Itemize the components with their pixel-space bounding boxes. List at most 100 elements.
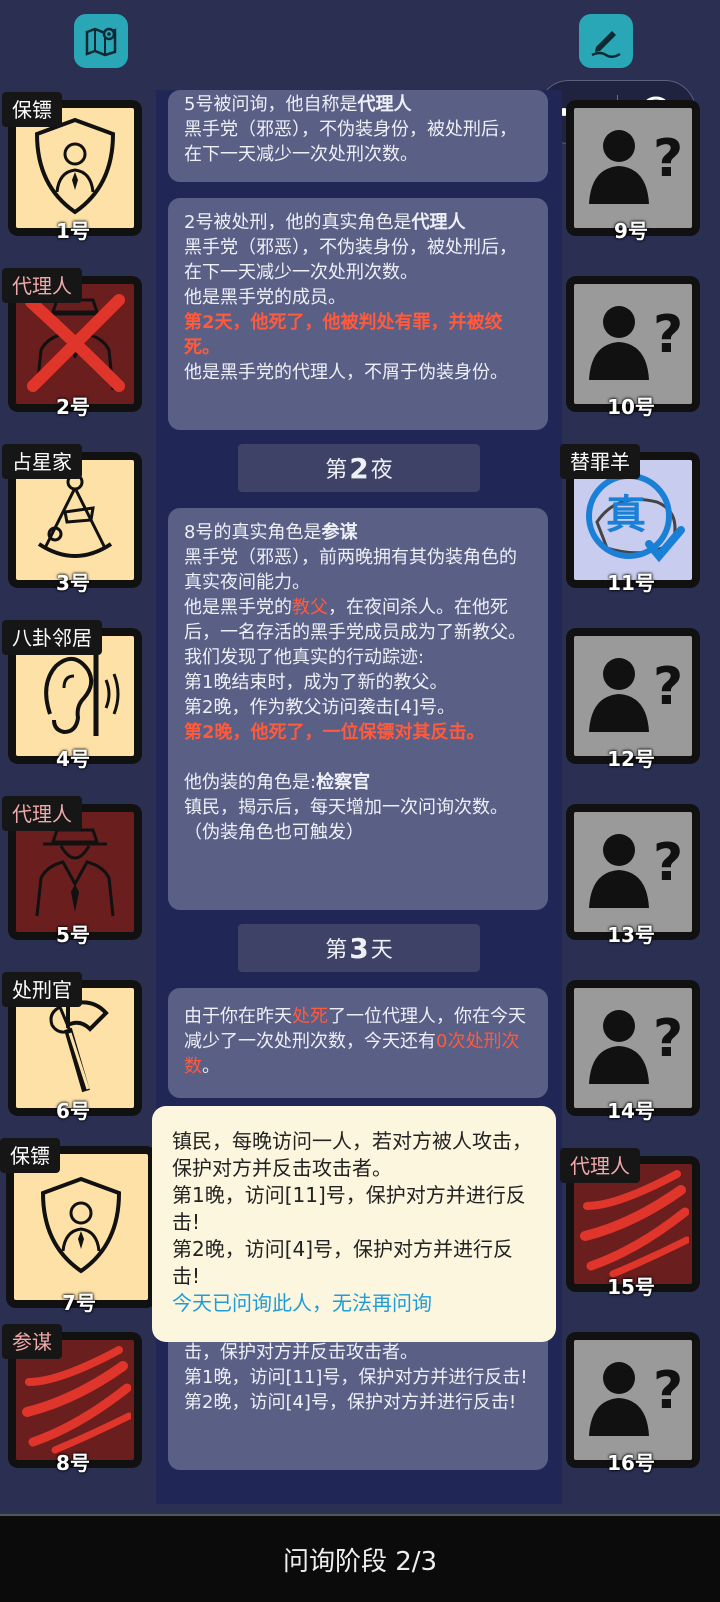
popup-action-text: 第1晚，访问[11]号，保护对方并进行反击! bbox=[172, 1183, 526, 1234]
role-tag: 保镖 bbox=[2, 92, 62, 127]
player-number: 14号 bbox=[607, 1099, 655, 1123]
log-text: 他伪装的角色是: bbox=[184, 772, 317, 793]
log-role-name: 代理人 bbox=[357, 94, 412, 115]
map-button[interactable] bbox=[74, 14, 128, 68]
header-number: 3 bbox=[349, 931, 369, 965]
header-text: 第 bbox=[325, 938, 348, 963]
player-number: 1号 bbox=[56, 219, 90, 243]
player-slot-9号[interactable]: ? 9号 bbox=[560, 92, 702, 243]
player-number: 12号 bbox=[607, 747, 655, 771]
player-slot-2号[interactable]: 代理人 2号 bbox=[2, 268, 144, 419]
player-slot-4号[interactable]: 八卦邻居 4号 bbox=[2, 620, 144, 771]
player-number: 7号 bbox=[62, 1291, 96, 1315]
player-portrait: ? bbox=[574, 988, 692, 1108]
log-text: 2号被处刑，他的真实角色是 bbox=[184, 212, 412, 233]
edit-pen-icon bbox=[591, 31, 621, 58]
popup-notice: 今天已问询此人，无法再问询 bbox=[172, 1291, 432, 1315]
player-slot-13号[interactable]: ? 13号 bbox=[560, 796, 702, 947]
player-slot-15号[interactable]: 代理人 15号 bbox=[560, 1148, 702, 1299]
popup-action-text: 第2晚，访问[4]号，保护对方并进行反击! bbox=[172, 1237, 514, 1288]
player-number: 5号 bbox=[56, 923, 90, 947]
log-role-name: 检察官 bbox=[316, 772, 371, 793]
true-stamp-label: 真 bbox=[606, 492, 646, 538]
svg-text:?: ? bbox=[653, 1361, 681, 1421]
player-slot-11号[interactable]: 真 替罪羊 11号 bbox=[560, 444, 702, 595]
player-number: 2号 bbox=[56, 395, 90, 419]
sextant-icon bbox=[25, 468, 125, 572]
role-tag: 占星家 bbox=[2, 444, 82, 479]
log-death-text: 第2天，他死了，他被判处有罪，并被绞死。 bbox=[184, 312, 503, 358]
log-card: 由于你在昨天处死了一位代理人，你在今天减少了一次处刑次数，今天还有0次处刑次数。 bbox=[168, 988, 548, 1098]
svg-text:?: ? bbox=[653, 305, 681, 365]
player-number: 16号 bbox=[607, 1451, 655, 1475]
player-number: 6号 bbox=[56, 1099, 90, 1123]
role-tag: 代理人 bbox=[2, 796, 82, 831]
log-text: 黑手党（邪恶），不伪装身份，被处刑后，在下一天减少一次处刑次数。 bbox=[184, 119, 517, 165]
agent-suit-icon bbox=[27, 820, 123, 924]
ear-wall-icon bbox=[30, 644, 120, 748]
log-card: 5号被问询，他自称是代理人 黑手党（邪恶），不伪装身份，被处刑后，在下一天减少一… bbox=[168, 90, 548, 182]
claw-slash-icon bbox=[19, 1342, 133, 1458]
log-card: 8号的真实角色是参谋 黑手党（邪恶），前两晚拥有其伪装角色的真实夜间能力。 他是… bbox=[168, 508, 548, 910]
player-portrait: ? bbox=[574, 108, 692, 228]
bodyguard-shield-icon bbox=[31, 116, 119, 220]
player-slot-12号[interactable]: ? 12号 bbox=[560, 620, 702, 771]
log-highlight: 教父 bbox=[292, 597, 328, 618]
player-slot-8号[interactable]: 参谋 8号 bbox=[2, 1324, 144, 1475]
log-card: 2号被处刑，他的真实角色是代理人 黑手党（邪恶），不伪装身份，被处刑后，在下一天… bbox=[168, 198, 548, 430]
unknown-person-icon: ? bbox=[585, 124, 683, 212]
log-death-text: 第2晚，他死了，一位保镖对其反击。 bbox=[184, 722, 485, 743]
player-slot-3号[interactable]: 占星家 3号 bbox=[2, 444, 144, 595]
player-number: 13号 bbox=[607, 923, 655, 947]
role-tag: 参谋 bbox=[2, 1324, 62, 1359]
role-tag: 保镖 bbox=[0, 1138, 60, 1173]
header-text: 第 bbox=[325, 458, 348, 483]
role-tag: 八卦邻居 bbox=[2, 620, 102, 655]
player-number: 9号 bbox=[614, 219, 648, 243]
player-number: 15号 bbox=[607, 1275, 655, 1299]
map-pin-icon bbox=[85, 27, 117, 57]
player-portrait: ? bbox=[574, 636, 692, 756]
day-header: 第3天 bbox=[238, 924, 480, 972]
player-slot-16号[interactable]: ? 16号 bbox=[560, 1324, 702, 1475]
header-text: 夜 bbox=[370, 458, 393, 483]
player-info-popup[interactable]: 镇民，每晚访问一人，若对方被人攻击，保护对方并反击攻击者。 第1晚，访问[11]… bbox=[152, 1106, 556, 1342]
claw-slash-icon bbox=[577, 1166, 691, 1282]
player-number: 11号 bbox=[607, 571, 655, 595]
header-number: 2 bbox=[349, 451, 369, 485]
log-text: 他是黑手党的代理人，不屑于伪装身份。 bbox=[184, 362, 508, 383]
unknown-person-icon: ? bbox=[585, 300, 683, 388]
notes-button[interactable] bbox=[579, 14, 633, 68]
player-slot-5号[interactable]: 代理人 5号 bbox=[2, 796, 144, 947]
log-text: 8号的真实角色是 bbox=[184, 522, 322, 543]
unknown-person-icon: ? bbox=[585, 1004, 683, 1092]
log-text: 黑手党（邪恶），不伪装身份，被处刑后，在下一天减少一次处刑次数。 bbox=[184, 237, 517, 283]
agent-crossed-icon bbox=[19, 286, 131, 402]
player-slot-7号[interactable]: 保镖 7号 bbox=[0, 1138, 158, 1315]
player-number: 3号 bbox=[56, 571, 90, 595]
log-text: 第1晚结束时，成为了新的教父。 bbox=[184, 672, 448, 693]
player-slot-1号[interactable]: 保镖 1号 bbox=[2, 92, 144, 243]
role-tag: 代理人 bbox=[560, 1148, 640, 1183]
player-portrait: ? bbox=[574, 812, 692, 932]
player-slot-14号[interactable]: ? 14号 bbox=[560, 972, 702, 1123]
player-portrait: ? bbox=[574, 1340, 692, 1460]
log-text: 。 bbox=[202, 1056, 220, 1077]
log-text: 5号被问询，他自称是 bbox=[184, 94, 358, 115]
log-text: 击，保护对方并反击攻击者。 bbox=[184, 1342, 418, 1363]
player-slot-6号[interactable]: 处刑官 6号 bbox=[2, 972, 144, 1123]
role-tag: 处刑官 bbox=[2, 972, 82, 1007]
svg-text:?: ? bbox=[653, 657, 681, 717]
log-text: 第1晚，访问[11]号，保护对方并进行反击! bbox=[184, 1367, 528, 1388]
player-number: 8号 bbox=[56, 1451, 90, 1475]
player-slot-10号[interactable]: ? 10号 bbox=[560, 268, 702, 419]
log-highlight: 处死 bbox=[292, 1006, 328, 1027]
player-number: 4号 bbox=[56, 747, 90, 771]
popup-role-description: 镇民，每晚访问一人，若对方被人攻击，保护对方并反击攻击者。 bbox=[172, 1129, 532, 1180]
role-tag: 替罪羊 bbox=[560, 444, 640, 479]
log-role-name: 代理人 bbox=[411, 212, 466, 233]
unknown-person-icon: ? bbox=[585, 1356, 683, 1444]
unknown-person-icon: ? bbox=[585, 652, 683, 740]
phase-bar: 问询阶段 2/3 bbox=[0, 1514, 720, 1602]
log-text: 黑手党（邪恶），前两晚拥有其伪装角色的真实夜间能力。 bbox=[184, 547, 517, 593]
